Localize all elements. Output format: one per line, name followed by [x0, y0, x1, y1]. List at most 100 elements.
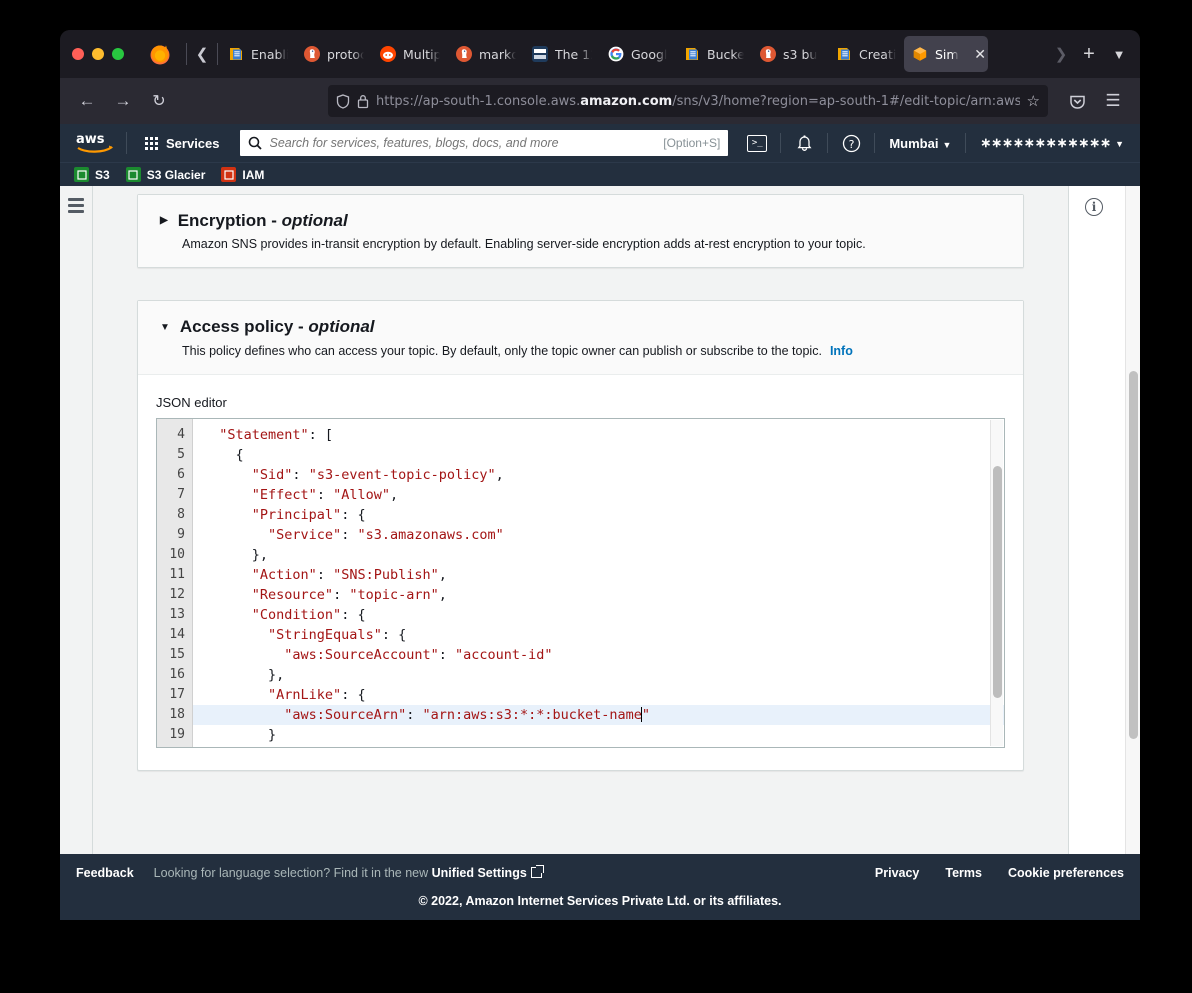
chevron-right-icon[interactable]: ▶ [160, 215, 168, 227]
forward-button[interactable]: → [106, 85, 140, 117]
tab-separator [217, 43, 218, 65]
encryption-header[interactable]: ▶ Encryption - optional Amazon SNS provi… [138, 195, 1023, 268]
new-tab-button[interactable]: + [1074, 39, 1104, 69]
line-number: 10 [169, 546, 185, 562]
save-to-pocket-icon[interactable] [1060, 85, 1094, 117]
account-menu[interactable]: ∗∗∗∗∗∗∗∗∗∗∗∗ ▼ [972, 135, 1132, 151]
browser-tab[interactable]: protoc [296, 36, 372, 72]
code-line[interactable]: } [193, 745, 1004, 747]
access-policy-title-text: Access policy - optional [179, 317, 375, 337]
code-line[interactable]: }, [193, 665, 1004, 685]
json-editor-label: JSON editor [156, 394, 227, 410]
feedback-link[interactable]: Feedback [76, 866, 134, 880]
url-bar[interactable]: https://ap-south-1.console.aws.amazon.co… [328, 85, 1048, 117]
scroll-tabs-right-button[interactable]: ❯ [1048, 39, 1074, 69]
editor-scrollbar[interactable] [990, 419, 1003, 746]
browser-tab[interactable]: Multip [372, 36, 448, 72]
chevron-down-icon: ▼ [1115, 139, 1124, 149]
help-button[interactable]: ? [834, 128, 868, 158]
code-line[interactable]: "Sid": "s3-event-topic-policy", [193, 465, 1004, 485]
browser-tab[interactable]: markd [448, 36, 524, 72]
code-line[interactable]: "Condition": { [193, 605, 1004, 625]
chevron-down-icon[interactable]: ▼ [160, 322, 170, 334]
reload-button[interactable]: ↻ [142, 85, 176, 117]
line-number: 15 [169, 646, 185, 662]
url-prefix: https://ap-south-1.console.aws. [376, 93, 581, 109]
privacy-link[interactable]: Privacy [875, 866, 919, 880]
browser-tab[interactable]: s3 bu [752, 36, 828, 72]
left-nav-rail [60, 186, 93, 920]
editor-scrollbar-thumb[interactable] [993, 465, 1002, 698]
line-number: 17 [169, 686, 185, 702]
browser-tab-title: Googl [631, 46, 668, 62]
scroll-tabs-left-button[interactable]: ❮ [189, 39, 215, 69]
bookmark-item[interactable]: IAM [221, 167, 264, 182]
code-line[interactable]: "Principal": { [193, 505, 1004, 525]
lock-icon[interactable] [357, 94, 369, 109]
access-policy-description: This policy defines who can access your … [182, 343, 853, 358]
access-policy-header[interactable]: ▼ Access policy - optional This policy d… [138, 301, 1023, 375]
url-domain: amazon.com [580, 93, 673, 109]
code-line[interactable]: { [193, 445, 1004, 465]
divider [827, 133, 829, 153]
bookmark-star-icon[interactable]: ☆ [1027, 92, 1040, 110]
line-number: 11 [169, 566, 185, 582]
aws-logo-icon[interactable]: aws [74, 131, 116, 155]
aws-cube-icon [912, 46, 928, 62]
services-menu-button[interactable]: Services [137, 129, 228, 157]
encryption-title: ▶ Encryption - optional [160, 211, 1003, 231]
browser-tab[interactable]: The 12 [524, 36, 600, 72]
code-line[interactable]: }, [193, 545, 1004, 565]
json-editor[interactable]: 4 5 6 7 8 9 10 11 12 13 14 15 16 17 18 19 20 "Statement"… [156, 417, 1005, 748]
code-line[interactable]: "Action": "SNS:Publish", [193, 565, 1004, 585]
notifications-button[interactable] [787, 128, 821, 158]
code-line[interactable]: "Effect": "Allow", [193, 485, 1004, 505]
code-line[interactable]: "Service": "s3.amazonaws.com" [193, 525, 1004, 545]
cookie-preferences-link[interactable]: Cookie preferences [1008, 866, 1124, 880]
browser-tab[interactable]: Creati [828, 36, 904, 72]
browser-tab[interactable]: Sim ✕ [904, 36, 988, 72]
bookmark-favicon-icon [74, 167, 89, 182]
minimize-window-button[interactable] [92, 48, 104, 60]
bookmark-item[interactable]: S3 [74, 167, 110, 182]
list-all-tabs-button[interactable]: ▼ [1104, 39, 1134, 69]
code-line[interactable]: "StringEquals": { [193, 625, 1004, 645]
tab-list: Enabli protoc Multip markd The 12 Googl Bucke s… [220, 36, 1048, 72]
maximize-window-button[interactable] [112, 48, 124, 60]
reddit-icon [380, 46, 396, 62]
sidebar-toggle-button[interactable] [68, 198, 84, 920]
divider [874, 133, 876, 153]
browser-tab[interactable]: Bucke [676, 36, 752, 72]
code-line[interactable]: } [193, 725, 1004, 745]
cloudshell-button[interactable]: >_ [740, 128, 774, 158]
url-text[interactable]: https://ap-south-1.console.aws.amazon.co… [376, 94, 1020, 109]
region-selector[interactable]: Mumbai ▼ [881, 136, 959, 151]
page-scrollbar[interactable] [1125, 186, 1140, 920]
code-line[interactable]: "aws:SourceArn": "arn:aws:s3:*:*:bucket-… [193, 704, 1004, 725]
close-window-button[interactable] [72, 48, 84, 60]
bookmark-label: S3 [95, 167, 110, 182]
page-scrollbar-thumb[interactable] [1129, 371, 1138, 739]
bookmark-item[interactable]: S3 Glacier [125, 167, 205, 182]
browser-tab[interactable]: Googl [600, 36, 676, 72]
line-number: 16 [169, 666, 185, 682]
info-link[interactable]: Info [830, 344, 853, 358]
line-number: 6 [177, 466, 185, 482]
code-area[interactable]: "Statement": [ { "Sid": "s3-event-topic-… [193, 419, 1004, 747]
code-line[interactable]: "aws:SourceAccount": "account-id" [193, 645, 1004, 665]
aws-search-box[interactable]: [Option+S] [239, 130, 729, 156]
tracking-protection-shield-icon[interactable] [336, 93, 350, 109]
terms-link[interactable]: Terms [945, 866, 982, 880]
close-tab-icon[interactable]: ✕ [974, 47, 986, 61]
browser-tab[interactable]: Enabli [220, 36, 296, 72]
search-input[interactable] [269, 136, 656, 150]
code-line[interactable]: "Resource": "topic-arn", [193, 585, 1004, 605]
info-icon[interactable]: i [1085, 198, 1103, 216]
code-line[interactable]: "ArnLike": { [193, 685, 1004, 705]
back-button[interactable]: ← [70, 85, 104, 117]
app-menu-button[interactable]: ☰ [1096, 85, 1130, 117]
unified-settings-link[interactable]: Unified Settings [432, 866, 527, 880]
code-line[interactable]: "Statement": [ [193, 425, 1004, 445]
browser-tab-title: Bucke [707, 46, 744, 62]
duckduckgo-icon [456, 46, 472, 62]
